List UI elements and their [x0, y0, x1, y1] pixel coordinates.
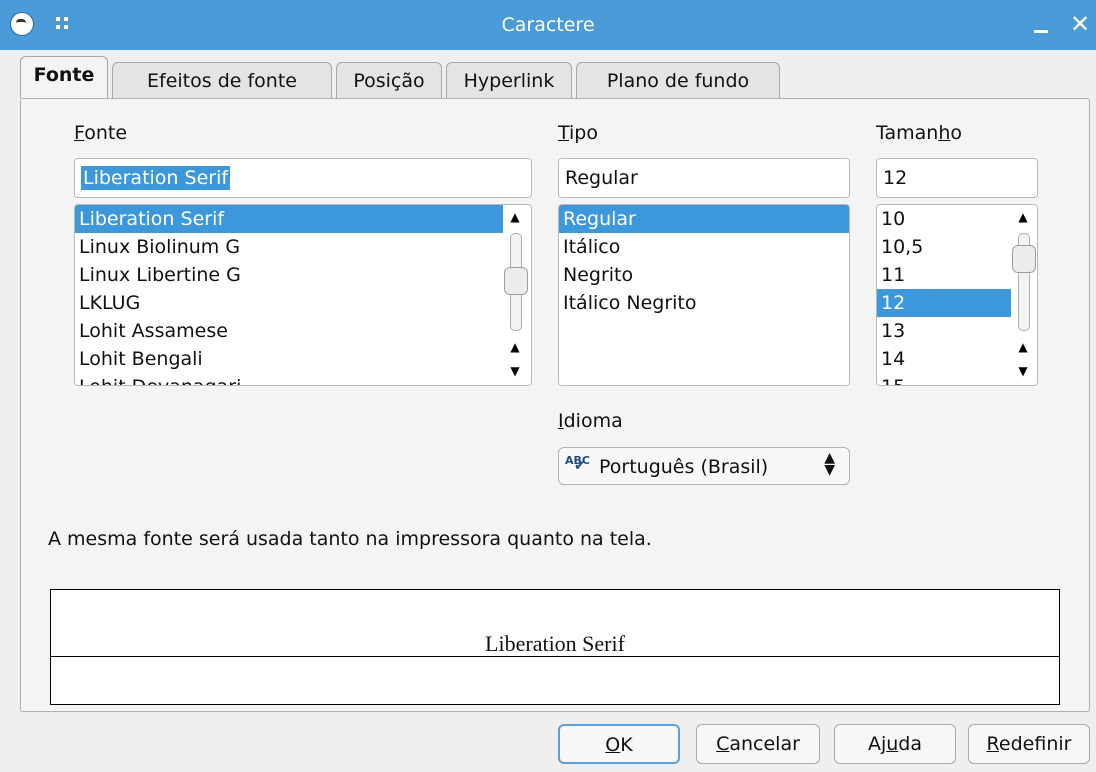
scroll-up-icon[interactable]: ▲ — [507, 209, 523, 225]
list-item[interactable]: Negrito — [559, 261, 633, 289]
list-item[interactable]: 11 — [877, 261, 905, 289]
font-list[interactable]: Liberation Serif Linux Biolinum G Linux … — [74, 204, 532, 386]
tab-efeitos-de-fonte[interactable]: Efeitos de fonte — [112, 62, 332, 98]
scroll-up-icon[interactable]: ▲ — [507, 339, 523, 355]
checkmark-icon: ✔ — [574, 458, 586, 474]
scroll-up-icon[interactable]: ▲ — [1015, 339, 1031, 355]
tab-posicao[interactable]: Posição — [336, 62, 442, 98]
language-value: Português (Brasil) — [599, 456, 769, 478]
close-icon[interactable]: ✕ — [1070, 10, 1096, 40]
list-item[interactable]: 14 — [877, 345, 905, 373]
list-item[interactable]: Itálico — [559, 233, 620, 261]
tab-fonte[interactable]: Fonte — [20, 56, 108, 98]
info-text: A mesma fonte será usada tanto na impres… — [48, 528, 652, 550]
type-list[interactable]: Regular Itálico Negrito Itálico Negrito — [558, 204, 850, 386]
list-item[interactable]: 13 — [877, 317, 905, 345]
list-item[interactable]: Lohit Devanagari — [75, 373, 241, 385]
scroll-up-icon[interactable]: ▲ — [1015, 209, 1031, 225]
type-label: Tipo — [558, 122, 598, 144]
scroll-down-icon[interactable]: ▼ — [1015, 363, 1031, 379]
size-label: Tamanho — [876, 122, 962, 144]
window-title: Caractere — [501, 14, 595, 36]
list-item[interactable]: Liberation Serif — [75, 205, 503, 233]
type-input[interactable]: Regular — [558, 158, 850, 198]
list-item[interactable]: Regular — [559, 205, 849, 233]
list-item[interactable]: 10 — [877, 205, 905, 233]
language-label: Idioma — [558, 410, 623, 432]
tab-plano-de-fundo[interactable]: Plano de fundo — [576, 62, 780, 98]
list-item[interactable]: Lohit Bengali — [75, 345, 203, 373]
size-input[interactable]: 12 — [876, 158, 1038, 198]
ok-button[interactable]: OK — [558, 724, 680, 764]
list-item[interactable]: Linux Libertine G — [75, 261, 241, 289]
font-label: Fonte — [74, 122, 128, 144]
reset-button[interactable]: Redefinir — [968, 724, 1090, 764]
list-item[interactable]: 12 — [877, 289, 1011, 317]
list-item[interactable]: Lohit Assamese — [75, 317, 228, 345]
size-list[interactable]: 10 10,5 11 12 13 14 15 ▲ ▲ ▼ — [876, 204, 1038, 386]
help-button[interactable]: Ajuda — [834, 724, 956, 764]
tab-hyperlink[interactable]: Hyperlink — [446, 62, 572, 98]
up-down-arrows-icon: ▲ ▼ — [824, 450, 835, 478]
title-bar: Caractere ✕ — [0, 0, 1096, 50]
font-name-input[interactable]: Liberation Serif — [74, 158, 532, 198]
list-item[interactable]: 15 — [877, 373, 905, 385]
list-item[interactable]: LKLUG — [75, 289, 140, 317]
language-select[interactable]: ABC ✔ Português (Brasil) ▲ ▼ — [558, 447, 850, 485]
minimize-icon[interactable] — [1028, 10, 1054, 38]
list-item[interactable]: Itálico Negrito — [559, 289, 697, 317]
cancel-button[interactable]: Cancelar — [696, 724, 820, 764]
scrollbar-thumb[interactable] — [504, 267, 528, 295]
scrollbar-thumb[interactable] — [1012, 245, 1036, 273]
font-preview: Liberation Serif — [50, 589, 1060, 705]
list-item[interactable]: 10,5 — [877, 233, 923, 261]
preview-text: Liberation Serif — [483, 631, 627, 656]
scroll-down-icon[interactable]: ▼ — [507, 363, 523, 379]
list-item[interactable]: Linux Biolinum G — [75, 233, 240, 261]
